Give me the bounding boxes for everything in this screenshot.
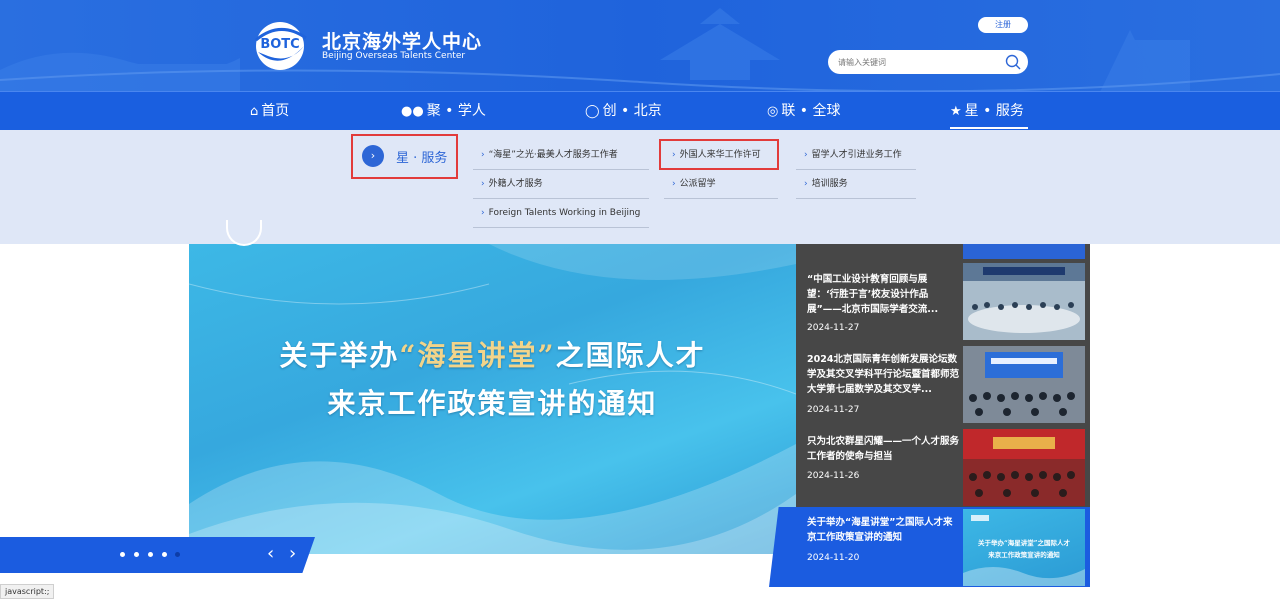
dropdown-link-returnee-intro[interactable]: › 留学人才引进业务工作 <box>796 141 916 170</box>
banner-title-line1: 关于举办“海星讲堂”之国际人才 <box>279 339 706 372</box>
status-bar-url: javascript:; <box>0 584 55 599</box>
thumb-logo <box>971 515 989 521</box>
nav-talents[interactable]: ●● 聚 • 学人 <box>401 92 486 130</box>
brand-name-cn: 北京海外学人中心 <box>322 31 483 53</box>
thumb-title-line2: 来京工作政策宣讲的通知 <box>988 551 1060 559</box>
news-thumb-1[interactable] <box>963 263 1085 340</box>
register-button[interactable]: 注册 <box>978 17 1028 33</box>
dropdown-link-public-study[interactable]: › 公派留学 <box>664 170 778 199</box>
nav-active-indicator <box>950 127 1028 129</box>
chevron-right-icon: › <box>481 208 485 218</box>
news-thumb-4[interactable]: 关于举办“海星讲堂”之国际人才 来京工作政策宣讲的通知 <box>963 509 1085 586</box>
news-item-date-4: 2024-11-20 <box>807 553 860 563</box>
star-icon: ★ <box>950 104 962 119</box>
prev-arrow-icon[interactable]: ‹ <box>267 545 274 563</box>
nav-service[interactable]: ★ 星 • 服务 <box>950 92 1024 130</box>
news-item-date-2: 2024-11-27 <box>807 405 860 415</box>
news-item-date-3: 2024-11-26 <box>807 471 860 481</box>
lightbulb-icon: ◯ <box>585 104 600 119</box>
globe-icon: ◎ <box>767 104 779 119</box>
home-icon: ⌂ <box>250 104 259 119</box>
skyline-illustration <box>0 8 1280 92</box>
work-permit-highlight <box>659 139 779 170</box>
dropdown-link-best-workers[interactable]: › “海星”之光·最美人才服务工作者 <box>473 141 649 170</box>
slide-dot-2[interactable] <box>134 552 139 557</box>
news-thumb-3[interactable] <box>963 429 1085 506</box>
news-top-accent <box>963 244 1085 259</box>
banner-slide[interactable]: 关于举办“海星讲堂”之国际人才 来京工作政策宣讲的通知 <box>189 244 796 554</box>
slide-dot-1[interactable] <box>120 552 125 557</box>
chevron-right-icon: › <box>804 179 808 189</box>
thumb-title-line1: 关于举办“海星讲堂”之国际人才 <box>978 539 1070 547</box>
chevron-right-icon: › <box>804 150 808 160</box>
news-item-title-1[interactable]: “中国工业设计教育回顾与展望：‘行胜于言’校友设计作品展”——北京市国际学者交流… <box>807 272 959 317</box>
chevron-right-icon: › <box>481 179 485 189</box>
search-icon[interactable] <box>1004 53 1022 71</box>
dropdown-link-foreign-talents-en[interactable]: › Foreign Talents Working in Beijing <box>473 199 649 228</box>
svg-text:BOTC: BOTC <box>260 37 299 52</box>
nav-global[interactable]: ◎ 联 • 全球 <box>767 92 841 130</box>
users-icon: ●● <box>401 104 424 119</box>
chevron-right-icon[interactable]: › <box>362 145 384 167</box>
news-thumb-2[interactable] <box>963 346 1085 423</box>
nav-innovate[interactable]: ◯ 创 • 北京 <box>585 92 662 130</box>
chevron-right-icon: › <box>672 179 676 189</box>
next-arrow-icon[interactable]: › <box>289 545 296 563</box>
dropdown-link-foreign-service[interactable]: › 外籍人才服务 <box>473 170 649 199</box>
chevron-right-icon: › <box>481 150 485 160</box>
brand-name-en: Beijing Overseas Talents Center <box>322 51 466 61</box>
dropdown-title[interactable]: 星 · 服务 <box>396 147 447 166</box>
banner-title-line2: 来京工作政策宣讲的通知 <box>327 387 658 420</box>
search-input[interactable] <box>828 50 1028 74</box>
news-item-title-3[interactable]: 只为北农群星闪耀——一个人才服务工作者的使命与担当 <box>807 434 959 464</box>
news-item-title-4[interactable]: 关于举办“海星讲堂”之国际人才来京工作政策宣讲的通知 <box>807 515 959 545</box>
news-item-date-1: 2024-11-27 <box>807 323 860 333</box>
slide-dot-4[interactable] <box>162 552 167 557</box>
main-nav: ⌂ 首页 ●● 聚 • 学人 ◯ 创 • 北京 ◎ 联 • 全球 ★ 星 • 服务 <box>0 91 1280 130</box>
nav-home[interactable]: ⌂ 首页 <box>250 92 289 130</box>
slide-dot-5[interactable] <box>175 552 180 557</box>
news-item-title-2[interactable]: 2024北京国际青年创新发展论坛数学及其交叉学科平行论坛暨首都师范大学第七届数学… <box>807 352 959 397</box>
slide-dot-3[interactable] <box>148 552 153 557</box>
dropdown-link-training[interactable]: › 培训服务 <box>796 170 916 199</box>
botc-logo-icon: BOTC <box>255 22 307 70</box>
